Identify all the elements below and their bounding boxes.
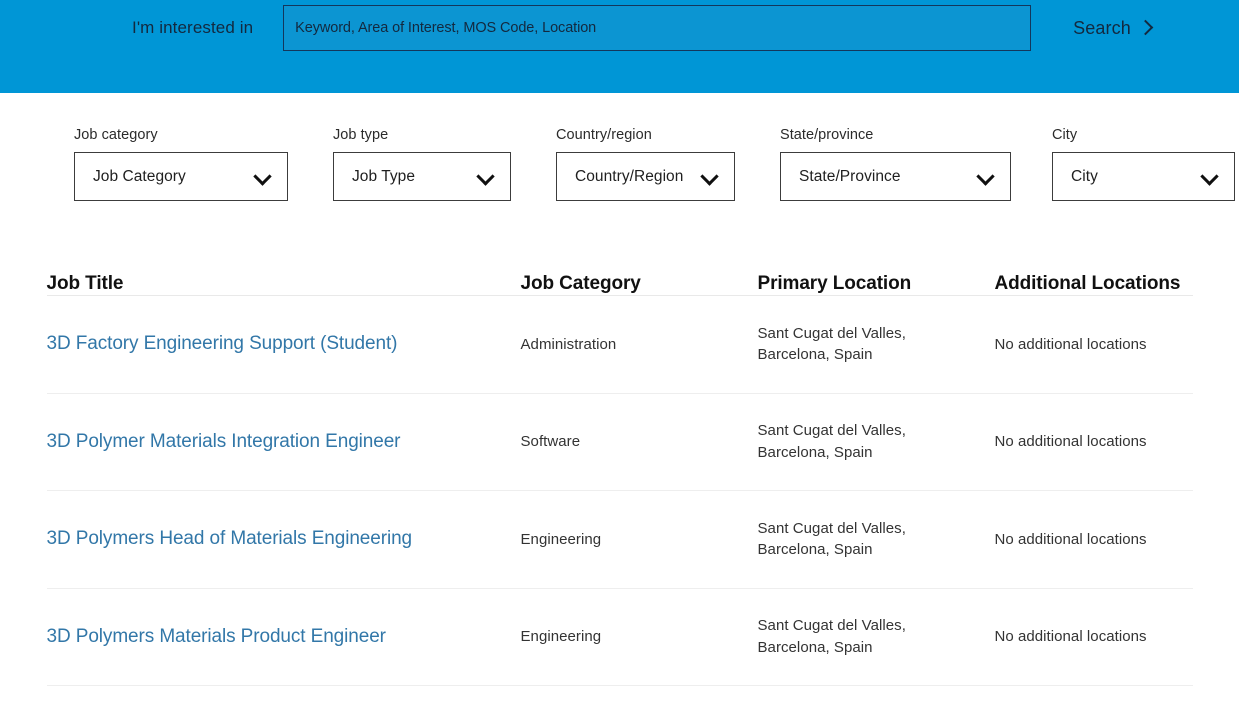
filter-label-job-category: Job category [74,127,288,143]
additional-locations-cell: No additional locations [995,433,1193,450]
chevron-right-icon [1138,20,1154,36]
filter-city: City City [1052,127,1235,201]
chevron-down-icon [700,167,718,185]
select-state-province[interactable]: State/Province [780,152,1011,201]
table-row: 3D Polymers Materials Product Engineer E… [47,589,1193,687]
column-header-primary-location: Primary Location [758,273,995,295]
primary-location-cell: Sant Cugat del Valles, Barcelona, Spain [758,323,995,366]
column-header-additional-locations: Additional Locations [995,273,1193,295]
select-city[interactable]: City [1052,152,1235,201]
search-bar-inner: I'm interested in Search [0,5,1239,51]
table-row: 3D Polymer Materials Integration Enginee… [47,394,1193,492]
filter-job-type: Job type Job Type [333,127,511,201]
job-title-link[interactable]: 3D Polymers Materials Product Engineer [47,626,386,647]
job-category-cell: Software [521,433,758,450]
table-row: 3D Polymers Head of Materials Engineerin… [47,491,1193,589]
job-category-cell: Engineering [521,628,758,645]
select-value-job-type: Job Type [334,168,415,186]
select-value-country-region: Country/Region [557,168,683,186]
primary-location-line-1: Sant Cugat del Valles, [758,518,981,539]
filter-country-region: Country/region Country/Region [556,127,735,201]
job-title-link[interactable]: 3D Polymer Materials Integration Enginee… [47,431,401,452]
search-button[interactable]: Search [1073,18,1151,39]
select-job-type[interactable]: Job Type [333,152,511,201]
primary-location-cell: Sant Cugat del Valles, Barcelona, Spain [758,615,995,658]
filter-label-job-type: Job type [333,127,511,143]
primary-location-line-2: Barcelona, Spain [758,442,981,463]
primary-location-line-2: Barcelona, Spain [758,344,981,365]
job-title-link[interactable]: 3D Polymers Head of Materials Engineerin… [47,528,413,549]
job-title-link[interactable]: 3D Factory Engineering Support (Student) [47,333,398,354]
chevron-down-icon [976,167,994,185]
filter-label-country-region: Country/region [556,127,735,143]
primary-location-line-1: Sant Cugat del Valles, [758,420,981,441]
filter-bar: Job category Job Category Job type Job T… [0,93,1239,201]
table-row: 3D Factory Engineering Support (Student)… [47,296,1193,394]
primary-location-line-2: Barcelona, Spain [758,539,981,560]
filter-state-province: State/province State/Province [780,127,1011,201]
search-button-label: Search [1073,18,1131,39]
select-value-city: City [1053,168,1098,186]
select-value-job-category: Job Category [75,168,186,186]
filter-job-category: Job category Job Category [74,127,288,201]
filter-label-state-province: State/province [780,127,1011,143]
job-results-table: Job Title Job Category Primary Location … [47,249,1193,686]
select-job-category[interactable]: Job Category [74,152,288,201]
primary-location-cell: Sant Cugat del Valles, Barcelona, Spain [758,420,995,463]
primary-location-line-2: Barcelona, Spain [758,637,981,658]
chevron-down-icon [253,167,271,185]
select-value-state-province: State/Province [781,168,901,186]
column-header-job-title: Job Title [47,273,521,295]
additional-locations-cell: No additional locations [995,336,1193,353]
additional-locations-cell: No additional locations [995,628,1193,645]
primary-location-cell: Sant Cugat del Valles, Barcelona, Spain [758,518,995,561]
column-header-job-category: Job Category [521,273,758,295]
job-category-cell: Administration [521,336,758,353]
filter-label-city: City [1052,127,1235,143]
search-input[interactable] [283,5,1031,51]
search-label: I'm interested in [132,18,253,38]
chevron-down-icon [476,167,494,185]
table-header-row: Job Title Job Category Primary Location … [47,249,1193,296]
primary-location-line-1: Sant Cugat del Valles, [758,323,981,344]
search-bar: I'm interested in Search [0,0,1239,93]
chevron-down-icon [1200,167,1218,185]
select-country-region[interactable]: Country/Region [556,152,735,201]
additional-locations-cell: No additional locations [995,531,1193,548]
primary-location-line-1: Sant Cugat del Valles, [758,615,981,636]
job-category-cell: Engineering [521,531,758,548]
